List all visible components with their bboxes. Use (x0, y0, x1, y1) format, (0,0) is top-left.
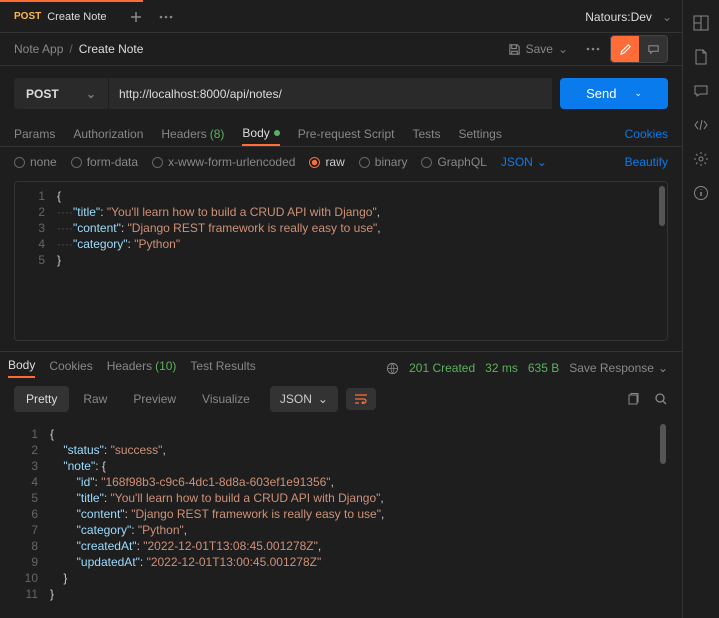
breadcrumb-parent[interactable]: Note App (14, 42, 63, 56)
wrap-icon (354, 394, 368, 404)
tab-bar: POST Create Note Natours:Dev ⌄ (0, 2, 682, 33)
request-body-editor[interactable]: 12345 { ····"title": "You'll learn how t… (14, 181, 668, 341)
more-icon (586, 47, 600, 51)
save-icon (508, 43, 521, 56)
breadcrumb: Note App / Create Note Save ⌄ (0, 33, 682, 66)
scrollbar[interactable] (659, 186, 665, 226)
line-gutter: 1234567891011 (8, 420, 46, 608)
body-type-row: none form-data x-www-form-urlencoded raw… (0, 147, 682, 177)
view-preview[interactable]: Preview (121, 386, 188, 412)
raw-format-select[interactable]: JSON⌄ (501, 155, 547, 169)
url-input[interactable] (109, 78, 552, 109)
breadcrumb-sep: / (69, 42, 72, 56)
resp-tab-testresults[interactable]: Test Results (190, 359, 255, 377)
tab-prerequest[interactable]: Pre-request Script (298, 121, 395, 146)
copy-icon[interactable] (626, 392, 640, 406)
dot-indicator-icon (274, 130, 280, 136)
chevron-down-icon: ⌄ (558, 42, 568, 56)
body-type-raw[interactable]: raw (309, 155, 344, 169)
tab-name-label: Create Note (47, 11, 106, 23)
radio-icon (309, 157, 320, 168)
view-pretty[interactable]: Pretty (14, 386, 69, 412)
action-mode-buttons (610, 35, 668, 63)
docs-icon[interactable] (693, 49, 709, 65)
radio-icon (421, 157, 432, 168)
comments-icon[interactable] (693, 83, 709, 99)
resp-tab-cookies[interactable]: Cookies (49, 359, 92, 377)
tab-authorization[interactable]: Authorization (73, 121, 143, 146)
body-type-graphql[interactable]: GraphQL (421, 155, 486, 169)
request-more-button[interactable] (586, 47, 600, 51)
scrollbar[interactable] (660, 424, 666, 464)
request-tabs: Params Authorization Headers(8) Body Pre… (0, 121, 682, 147)
body-type-none[interactable]: none (14, 155, 57, 169)
view-raw[interactable]: Raw (71, 386, 119, 412)
comment-icon (647, 43, 660, 56)
radio-icon (152, 157, 163, 168)
status-code: 201 Created (409, 361, 475, 375)
tab-tests[interactable]: Tests (412, 121, 440, 146)
send-button[interactable]: Send ⌄ (560, 78, 668, 109)
method-value: POST (26, 87, 59, 101)
wrap-lines-button[interactable] (346, 388, 376, 410)
tab-params[interactable]: Params (14, 121, 55, 146)
response-body-editor[interactable]: 1234567891011 { "status": "success", "no… (8, 420, 668, 608)
body-type-binary[interactable]: binary (359, 155, 408, 169)
view-visualize[interactable]: Visualize (190, 386, 262, 412)
info-icon[interactable] (693, 185, 709, 201)
add-tab-button[interactable] (121, 11, 151, 23)
more-icon (159, 15, 173, 19)
request-tab[interactable]: POST Create Note (0, 2, 121, 32)
body-type-urlencoded[interactable]: x-www-form-urlencoded (152, 155, 295, 169)
line-gutter: 12345 (15, 182, 53, 340)
chevron-down-icon: ⌄ (537, 155, 547, 169)
response-toolbar: Pretty Raw Preview Visualize JSON⌄ (0, 378, 682, 420)
settings-icon[interactable] (693, 151, 709, 167)
chevron-down-icon: ⌄ (662, 10, 672, 24)
tab-headers[interactable]: Headers(8) (161, 121, 224, 146)
resp-tab-headers[interactable]: Headers(10) (107, 359, 177, 377)
body-type-formdata[interactable]: form-data (71, 155, 138, 169)
search-icon[interactable] (654, 392, 668, 406)
right-sidebar (682, 0, 719, 618)
response-format-select[interactable]: JSON⌄ (270, 386, 338, 412)
breadcrumb-current: Create Note (79, 42, 144, 56)
chevron-down-icon: ⌄ (86, 87, 96, 101)
pencil-icon (619, 43, 632, 56)
comment-mode-button[interactable] (639, 36, 667, 62)
edit-mode-button[interactable] (611, 36, 639, 62)
save-button[interactable]: Save ⌄ (500, 38, 576, 60)
method-select[interactable]: POST ⌄ (14, 78, 108, 109)
environment-name: Natours:Dev (585, 10, 652, 24)
code-icon[interactable] (693, 117, 709, 133)
response-tabs: Body Cookies Headers(10) Test Results 20… (0, 351, 682, 378)
status-time: 32 ms (485, 361, 518, 375)
status-size: 635 B (528, 361, 559, 375)
chevron-down-icon: ⌄ (634, 88, 642, 99)
send-label: Send (586, 86, 616, 101)
tab-method-label: POST (14, 11, 41, 22)
beautify-button[interactable]: Beautify (625, 155, 668, 169)
tab-body[interactable]: Body (242, 121, 279, 146)
chevron-down-icon: ⌄ (658, 361, 668, 375)
layout-icon[interactable] (693, 15, 709, 31)
save-response-button[interactable]: Save Response⌄ (569, 361, 668, 375)
globe-icon (386, 362, 399, 375)
url-row: POST ⌄ Send ⌄ (0, 66, 682, 121)
radio-icon (14, 157, 25, 168)
tab-more-button[interactable] (151, 15, 181, 19)
code-content: { "status": "success", "note": { "id": "… (46, 420, 668, 608)
tab-settings[interactable]: Settings (459, 121, 502, 146)
cookies-link[interactable]: Cookies (625, 127, 668, 141)
radio-icon (71, 157, 82, 168)
save-label: Save (526, 42, 553, 56)
resp-tab-body[interactable]: Body (8, 358, 35, 378)
code-content[interactable]: { ····"title": "You'll learn how to buil… (53, 182, 667, 340)
environment-selector[interactable]: Natours:Dev ⌄ (585, 10, 682, 24)
chevron-down-icon: ⌄ (318, 392, 328, 406)
radio-icon (359, 157, 370, 168)
plus-icon (130, 11, 142, 23)
